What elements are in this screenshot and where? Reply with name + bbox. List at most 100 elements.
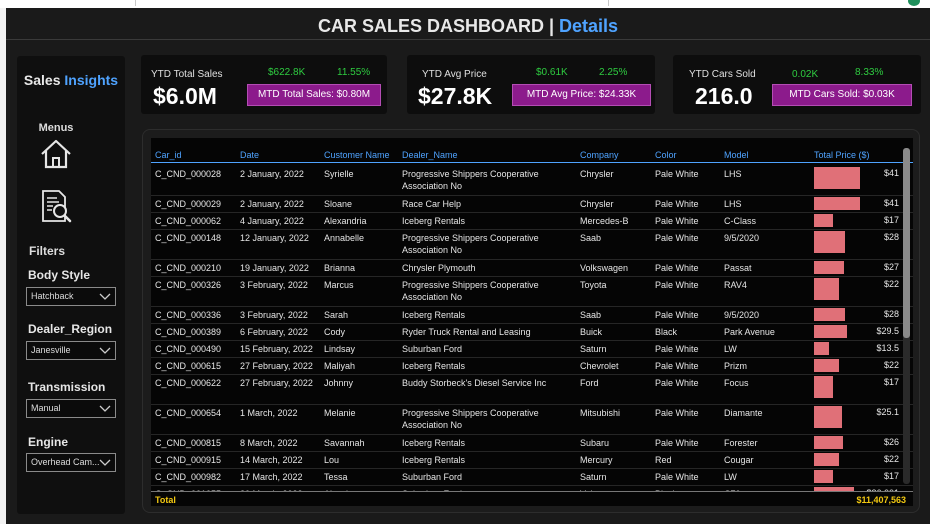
cell-total-price: $22 [883, 454, 899, 464]
table-row[interactable]: C_CND_000982 17 March, 2022 Tessa Suburban … [151, 469, 913, 486]
cell-company: Volkswagen [580, 263, 629, 273]
kpi-delta: $0.61K [536, 67, 568, 78]
table-row[interactable]: C_CND_000389 6 February, 2022 Cody Ryder Tr… [151, 324, 913, 341]
price-bar [814, 231, 845, 253]
cell-company: Mercedes-B [580, 216, 629, 226]
cell-car-id: C_CND_000815 [155, 438, 222, 448]
sidebar: Sales Insights Menus Filters Body Style … [17, 56, 125, 514]
cell-company: Saab [580, 233, 602, 243]
cell-date: 1 March, 2022 [240, 408, 298, 418]
cell-date: 17 March, 2022 [240, 472, 303, 482]
brand-word-1: Sales [23, 72, 65, 88]
cell-color: Pale White [655, 344, 699, 354]
table-row[interactable]: C_CND_000490 15 February, 2022 Lindsay Subu… [151, 341, 913, 358]
table-row[interactable]: C_CND_000336 3 February, 2022 Sarah Iceberg… [151, 307, 913, 324]
cell-customer: Sarah [324, 310, 349, 320]
table-row[interactable]: C_CND_000210 19 January, 2022 Brianna Chrys… [151, 260, 913, 277]
cell-date: 15 February, 2022 [240, 344, 313, 354]
cell-model: 9/5/2020 [724, 310, 760, 320]
cell-customer: Sloane [324, 199, 353, 209]
cell-dealer: Iceberg Rentals [402, 361, 466, 371]
cell-total-price: $22 [883, 360, 899, 370]
status-dot-icon [908, 0, 920, 6]
cell-color: Pale White [655, 216, 699, 226]
transmission-label: Transmission [28, 380, 106, 394]
cell-customer: Johnny [324, 378, 354, 388]
table-row[interactable]: C_CND_000028 2 January, 2022 Syrielle Progr… [151, 166, 913, 196]
column-header-dealer[interactable]: Dealer_Name [402, 150, 458, 160]
table-row[interactable]: C_CND_000915 14 March, 2022 Lou Iceberg Ren… [151, 452, 913, 469]
kpi-pct: 11.55% [337, 67, 371, 78]
cell-date: 27 February, 2022 [240, 361, 313, 371]
cell-company: Buick [580, 327, 603, 337]
chevron-down-icon [99, 459, 111, 466]
table-row[interactable]: C_CND_000062 4 January, 2022 Alexandria Ice… [151, 213, 913, 230]
tab-divider [608, 0, 609, 6]
column-header-total-price[interactable]: Total Price ($) [814, 150, 870, 160]
cell-color: Pale White [655, 472, 699, 482]
body-style-dropdown[interactable]: Hatchback [26, 287, 116, 306]
cell-date: 2 January, 2022 [240, 169, 304, 179]
cell-company: Mercury [580, 455, 613, 465]
column-header-color[interactable]: Color [655, 150, 677, 160]
cell-model: LHS [724, 199, 742, 209]
document-search-icon[interactable] [39, 188, 73, 224]
cell-customer: Brianna [324, 263, 356, 273]
column-header-model[interactable]: Model [724, 150, 749, 160]
cell-customer: Lou [324, 455, 340, 465]
price-bar [814, 278, 839, 300]
table-row[interactable]: C_CND_000148 12 January, 2022 Annabelle Pro… [151, 230, 913, 260]
table-row[interactable]: C_CND_000326 3 February, 2022 Marcus Progre… [151, 277, 913, 307]
cell-customer: Lindsay [324, 344, 356, 354]
column-header-company[interactable]: Company [580, 150, 619, 160]
column-header-car-id[interactable]: Car_id [155, 150, 182, 160]
page-title: CAR SALES DASHBOARD | Details [6, 16, 930, 37]
kpi-value: 216.0 [695, 83, 753, 109]
kpi-pct: 8.33% [855, 67, 884, 78]
details-table[interactable]: Car_id Date Customer Name Dealer_Name Co… [151, 138, 913, 506]
chevron-down-icon [99, 347, 111, 354]
cell-company: Subaru [580, 438, 610, 448]
cell-dealer: Progressive Shippers Cooperative Associa… [402, 408, 539, 430]
table-row[interactable]: C_CND_000622 27 February, 2022 Johnny Buddy… [151, 375, 913, 405]
engine-dropdown[interactable]: Overhead Cam... [26, 453, 116, 472]
column-header-customer[interactable]: Customer Name [324, 150, 390, 160]
cell-color: Pale White [655, 361, 699, 371]
mtd-pill: MTD Cars Sold: $0.03K [772, 84, 912, 106]
brand-title: Sales Insights [17, 72, 125, 88]
cell-model: Diamante [724, 408, 763, 418]
cell-model: Passat [724, 263, 752, 273]
transmission-dropdown[interactable]: Manual [26, 399, 116, 418]
cell-company: Ford [580, 378, 599, 388]
cell-customer: Annabelle [324, 233, 365, 243]
table-row[interactable]: C_CND_000029 2 January, 2022 Sloane Race Ca… [151, 196, 913, 213]
dealer-region-dropdown[interactable]: Janesville [26, 341, 116, 360]
cell-customer: Savannah [324, 438, 365, 448]
home-icon[interactable] [39, 138, 73, 170]
column-header-date[interactable]: Date [240, 150, 259, 160]
table-scrollbar[interactable] [903, 148, 910, 484]
table-header: Car_id Date Customer Name Dealer_Name Co… [151, 138, 913, 163]
cell-car-id: C_CND_000148 [155, 233, 222, 243]
cell-dealer: Ryder Truck Rental and Leasing [402, 327, 531, 337]
cell-car-id: C_CND_000915 [155, 455, 222, 465]
table-row[interactable]: C_CND_000815 8 March, 2022 Savannah Iceberg… [151, 435, 913, 452]
cell-car-id: C_CND_000982 [155, 472, 222, 482]
table-row[interactable]: C_CND_000654 1 March, 2022 Melanie Progress… [151, 405, 913, 435]
scrollbar-thumb[interactable] [903, 148, 910, 338]
cell-car-id: C_CND_000336 [155, 310, 222, 320]
cell-color: Pale White [655, 233, 699, 243]
cell-total-price: $27 [883, 262, 899, 272]
cell-color: Pale White [655, 169, 699, 179]
cell-date: 12 January, 2022 [240, 233, 309, 243]
cell-company: Saturn [580, 472, 607, 482]
dashboard-canvas: CAR SALES DASHBOARD | Details Sales Insi… [6, 8, 930, 524]
cell-customer: Tessa [324, 472, 348, 482]
cell-customer: Maliyah [324, 361, 356, 371]
cell-model: LW [724, 344, 737, 354]
table-row[interactable]: C_CND_000615 27 February, 2022 Maliyah Iceb… [151, 358, 913, 375]
kpi-value: $27.8K [418, 83, 493, 109]
cell-car-id: C_CND_000622 [155, 378, 222, 388]
mtd-pill: MTD Total Sales: $0.80M [247, 84, 381, 106]
cell-dealer: Iceberg Rentals [402, 438, 466, 448]
